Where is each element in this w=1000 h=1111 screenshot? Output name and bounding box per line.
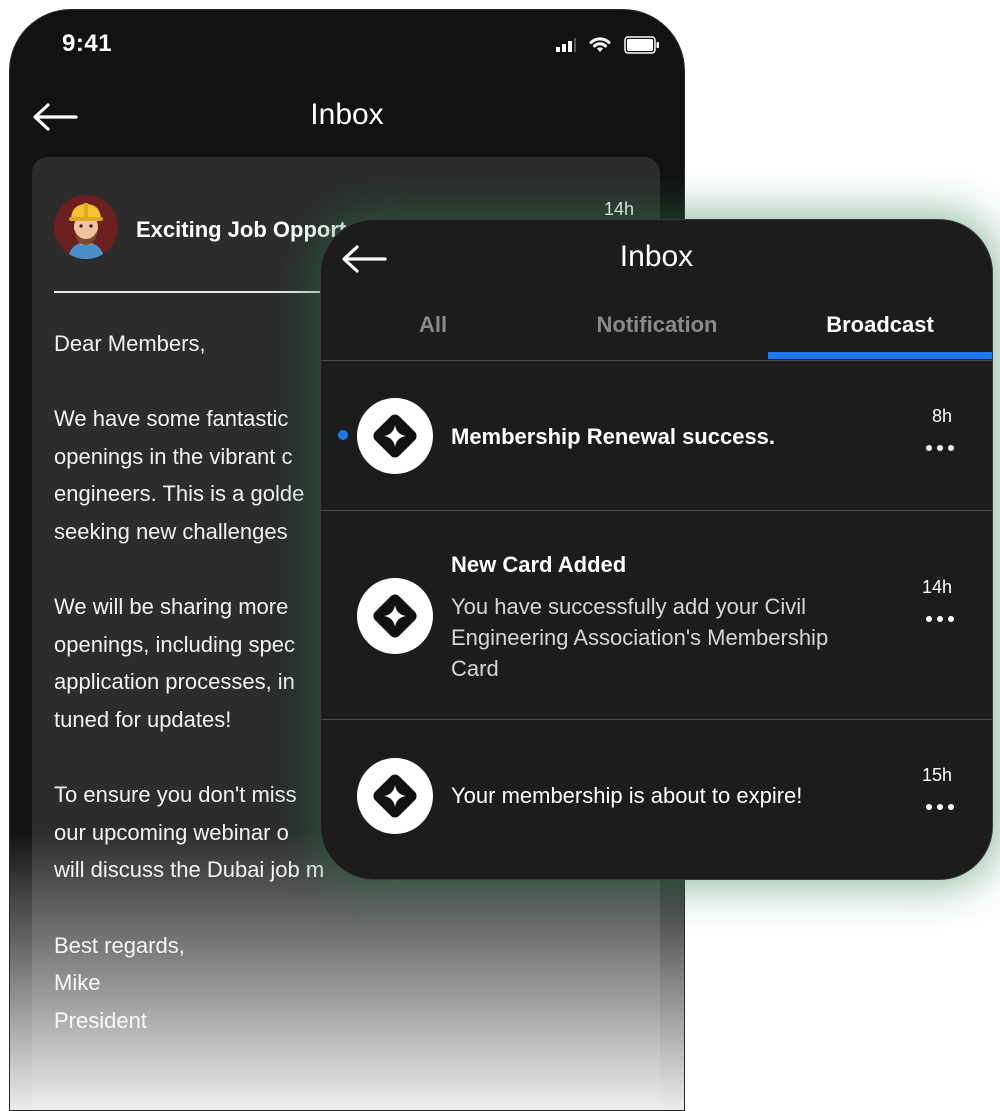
notification-time: 8h <box>931 406 952 426</box>
page-title: Inbox <box>619 240 694 273</box>
closing: Best regards, <box>54 932 185 958</box>
text-line: tuned for updates! <box>54 706 232 732</box>
message-time: 14h <box>603 199 634 219</box>
page-title: Inbox <box>310 98 384 131</box>
notification-time: 15h <box>921 765 952 785</box>
unread-dot <box>338 430 348 440</box>
list-item[interactable]: Membership Renewal success. 8h <box>321 361 992 511</box>
worker-avatar-icon <box>54 195 118 259</box>
dot-icon <box>926 804 932 810</box>
notification-description: You have successfully add your Civil Eng… <box>451 594 829 681</box>
more-options-button[interactable] <box>926 612 954 626</box>
text-line: We will be sharing more <box>54 594 289 620</box>
text-line: our upcoming webinar o <box>54 819 289 845</box>
status-time: 9:41 <box>62 30 113 57</box>
status-icons <box>556 36 660 54</box>
tab-all[interactable]: All <box>321 312 545 338</box>
tab-notification[interactable]: Notification <box>545 312 769 338</box>
text-line: openings, including spec <box>54 631 295 657</box>
dot-icon <box>926 616 932 622</box>
dot-icon <box>937 616 943 622</box>
signal-icon <box>556 38 576 52</box>
notification-title: Your membership is about to expire! <box>451 783 803 808</box>
dot-icon <box>937 445 943 451</box>
wifi-icon <box>589 37 611 52</box>
text-line: engineers. This is a golde <box>54 481 305 507</box>
sender-title: President <box>54 1007 147 1033</box>
diamond-sparkle-icon <box>357 578 433 654</box>
avatar <box>54 195 118 259</box>
list-item[interactable]: Your membership is about to expire! 15h <box>321 720 992 879</box>
more-options-button[interactable] <box>926 441 954 455</box>
text-line: will discuss the Dubai job m <box>54 857 325 883</box>
tab-broadcast[interactable]: Broadcast <box>768 312 992 338</box>
sender-name: Mike <box>54 970 101 996</box>
notification-title: New Card Added <box>451 552 627 577</box>
message-subject: Exciting Job Opport <box>136 217 347 242</box>
dot-icon <box>948 445 954 451</box>
text-line: To ensure you don't miss <box>54 782 297 808</box>
dot-icon <box>937 804 943 810</box>
active-tab-indicator <box>768 352 992 359</box>
notification-time: 14h <box>921 577 952 597</box>
text-line: application processes, in <box>54 669 295 695</box>
diamond-sparkle-icon <box>357 398 433 474</box>
text-line: seeking new challenges <box>54 518 288 544</box>
dot-icon <box>926 445 932 451</box>
dot-icon <box>948 616 954 622</box>
text-line: We have some fantastic <box>54 406 289 432</box>
diamond-sparkle-icon <box>357 758 433 834</box>
battery-icon <box>624 36 659 54</box>
front-phone-screen: Inbox All Notification Broadcast Members… <box>320 219 993 880</box>
notification-title: Membership Renewal success. <box>451 424 776 449</box>
text-line: openings in the vibrant c <box>54 443 293 469</box>
dot-icon <box>948 804 954 810</box>
more-options-button[interactable] <box>926 800 954 814</box>
list-item[interactable]: New Card Added You have successfully add… <box>321 511 992 720</box>
